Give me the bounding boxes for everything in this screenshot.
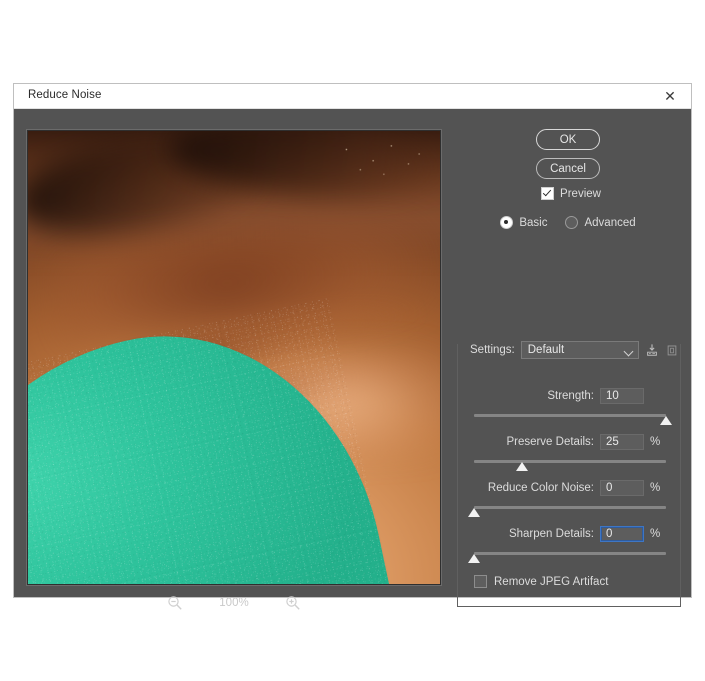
slider-sharpen-details-label: Sharpen Details: xyxy=(508,528,594,540)
settings-dropdown[interactable]: Default xyxy=(520,341,639,359)
slider-strength-rail xyxy=(474,414,666,417)
delete-settings-icon[interactable] xyxy=(665,343,679,357)
save-settings-icon[interactable] xyxy=(645,343,659,357)
preview-checkbox-row[interactable]: Preview xyxy=(460,187,682,200)
slider-strength-thumb[interactable] xyxy=(660,416,672,425)
slider-preserve-details-rail xyxy=(474,460,666,463)
slider-strength-head: Strength: 10 xyxy=(454,387,682,405)
radio-advanced-label: Advanced xyxy=(584,216,636,229)
slider-preserve-details-input[interactable]: 25 xyxy=(600,434,644,450)
slider-reduce-color-noise-track[interactable] xyxy=(468,504,666,520)
slider-sharpen-details-unit: % xyxy=(650,528,661,540)
radio-advanced[interactable]: Advanced xyxy=(565,216,636,229)
controls-panel: OK Cancel Preview Basic Advanced Setting… xyxy=(454,129,682,607)
slider-strength: Strength: 10 xyxy=(454,387,682,428)
slider-reduce-color-noise-label: Reduce Color Noise: xyxy=(487,482,594,494)
ok-button[interactable]: OK xyxy=(536,129,600,150)
slider-reduce-color-noise: Reduce Color Noise: 0 % xyxy=(454,479,682,520)
slider-strength-label: Strength: xyxy=(547,390,594,402)
slider-reduce-color-noise-unit: % xyxy=(650,482,661,494)
basic-settings-groupbox xyxy=(457,344,681,607)
slider-sharpen-details: Sharpen Details: 0 % xyxy=(454,525,682,566)
dialog-body: 100% OK Cancel Preview Basic Advanced Se… xyxy=(14,109,691,610)
slider-sharpen-details-input[interactable]: 0 xyxy=(600,526,644,542)
remove-jpeg-artifact-label: Remove JPEG Artifact xyxy=(494,575,609,588)
preview-checkbox[interactable] xyxy=(541,187,555,200)
slider-preserve-details-unit: % xyxy=(650,436,661,448)
slider-preserve-details-head: Preserve Details: 25 % xyxy=(454,433,682,451)
slider-preserve-details-thumb[interactable] xyxy=(516,462,528,471)
settings-label: Settings: xyxy=(470,344,515,356)
cancel-button[interactable]: Cancel xyxy=(536,158,600,179)
zoom-bar: 100% xyxy=(26,590,442,616)
slider-sharpen-details-track[interactable] xyxy=(468,550,666,566)
chevron-down-icon xyxy=(623,346,634,357)
radio-advanced-dot[interactable] xyxy=(565,216,579,229)
dialog-titlebar: Reduce Noise ✕ xyxy=(14,84,691,109)
slider-reduce-color-noise-head: Reduce Color Noise: 0 % xyxy=(454,479,682,497)
slider-strength-input[interactable]: 10 xyxy=(600,388,644,404)
mode-radio-group: Basic Advanced xyxy=(454,216,682,229)
settings-row: Settings: Default xyxy=(454,341,682,359)
zoom-in-icon[interactable] xyxy=(285,595,301,611)
zoom-out-icon[interactable] xyxy=(167,595,183,611)
slider-sharpen-details-thumb[interactable] xyxy=(468,554,480,563)
speckle-layer xyxy=(324,135,432,181)
slider-sharpen-details-head: Sharpen Details: 0 % xyxy=(454,525,682,543)
slider-strength-track[interactable] xyxy=(474,412,672,428)
radio-basic[interactable]: Basic xyxy=(500,216,547,229)
slider-preserve-details: Preserve Details: 25 % xyxy=(454,433,682,474)
screen: Reduce Noise ✕ 100% OK Cancel Preview Ba… xyxy=(0,0,705,681)
remove-jpeg-artifact-checkbox[interactable] xyxy=(474,575,487,588)
slider-reduce-color-noise-thumb[interactable] xyxy=(468,508,480,517)
reduce-noise-dialog: Reduce Noise ✕ 100% OK Cancel Preview Ba… xyxy=(14,84,691,610)
image-preview[interactable] xyxy=(26,129,442,586)
slider-sharpen-details-rail xyxy=(474,552,666,555)
slider-preserve-details-label: Preserve Details: xyxy=(506,436,594,448)
settings-dropdown-value: Default xyxy=(527,344,565,356)
radio-basic-label: Basic xyxy=(519,216,548,229)
radio-basic-dot[interactable] xyxy=(500,216,514,229)
dialog-title: Reduce Noise xyxy=(28,89,102,101)
zoom-level: 100% xyxy=(219,597,249,609)
slider-preserve-details-track[interactable] xyxy=(474,458,666,474)
remove-jpeg-artifact-row[interactable]: Remove JPEG Artifact xyxy=(474,575,608,588)
slider-reduce-color-noise-rail xyxy=(474,506,666,509)
slider-reduce-color-noise-input[interactable]: 0 xyxy=(600,480,644,496)
preview-checkbox-label: Preview xyxy=(560,187,601,200)
close-icon[interactable]: ✕ xyxy=(649,84,691,108)
preview-photo xyxy=(28,131,440,584)
